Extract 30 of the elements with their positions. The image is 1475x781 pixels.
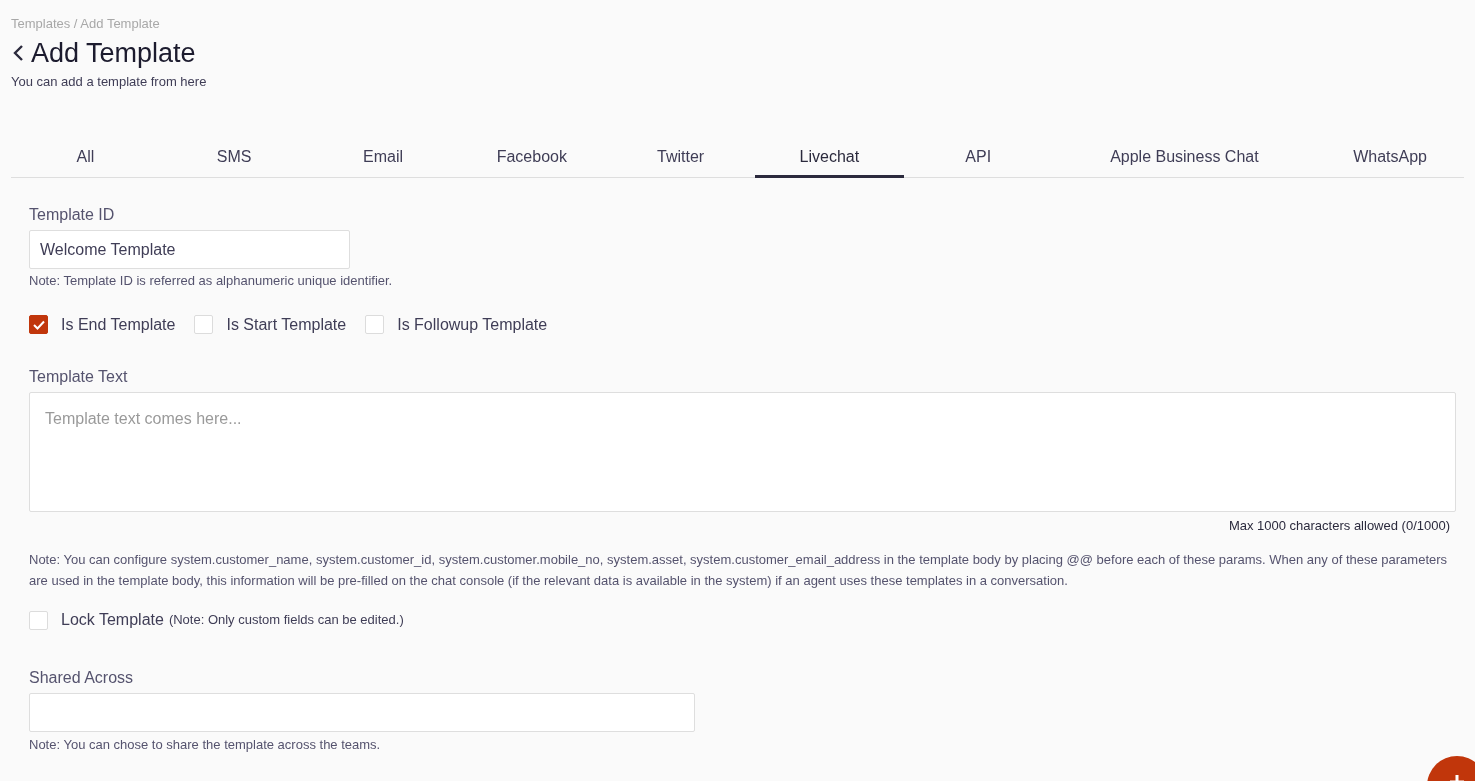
field-label: Shared Across [29, 668, 135, 688]
template-id-field[interactable]: Welcome Template [29, 230, 350, 269]
page-subtitle: You can add a template from here [11, 72, 208, 91]
checkbox-label: Is Followup Template [397, 314, 548, 335]
channel-tab[interactable]: Twitter [606, 138, 755, 178]
character-counter: Max 1000 characters allowed (0/1000) [1228, 516, 1450, 535]
breadcrumb: Templates / Add Template [11, 15, 161, 33]
field-label: Template ID [29, 205, 116, 225]
field-note: Note: Template ID is referred as alphanumeric unique identifier. [29, 272, 394, 290]
channel-tab[interactable]: Apple Business Chat [1052, 138, 1317, 178]
back-chevron-icon[interactable] [11, 42, 25, 63]
channel-tab[interactable]: API [903, 138, 1053, 178]
shared-across-field[interactable] [29, 693, 695, 732]
field-note: Note: You can configure system.customer_name, system.customer_id, system.customer.mobile_no, system.asset, system.customer_email_address in the template body by placing @@ before each of these params. When any of these parameters are used in the template body, this information will be pre-filled on the chat console (if the relevant data is available in the system) if an agent uses these templates in a conversation. [29, 551, 1449, 590]
field-label: Template Text [29, 366, 129, 387]
channel-tab[interactable]: WhatsApp [1316, 138, 1464, 178]
channel-tab[interactable]: SMS [159, 138, 309, 178]
checkmark-icon [32, 319, 45, 330]
page-title: Add Template [31, 36, 196, 70]
field-note: Note: You can chose to share the template across the teams. [29, 736, 382, 754]
channel-tab[interactable]: Facebook [457, 138, 607, 178]
channel-tab[interactable]: Email [308, 138, 458, 178]
checkbox[interactable] [29, 315, 48, 334]
channel-tab[interactable]: All [11, 138, 160, 178]
checkbox-label: Lock Template [61, 610, 164, 630]
checkbox-label: Is Start Template [226, 314, 347, 335]
checkbox-label: Is End Template [61, 314, 176, 335]
channel-tab[interactable]: Livechat [755, 138, 904, 178]
lock-note: (Note: Only custom fields can be edited.) [168, 611, 404, 630]
template-text-field[interactable]: Template text comes here... [29, 391, 1456, 512]
